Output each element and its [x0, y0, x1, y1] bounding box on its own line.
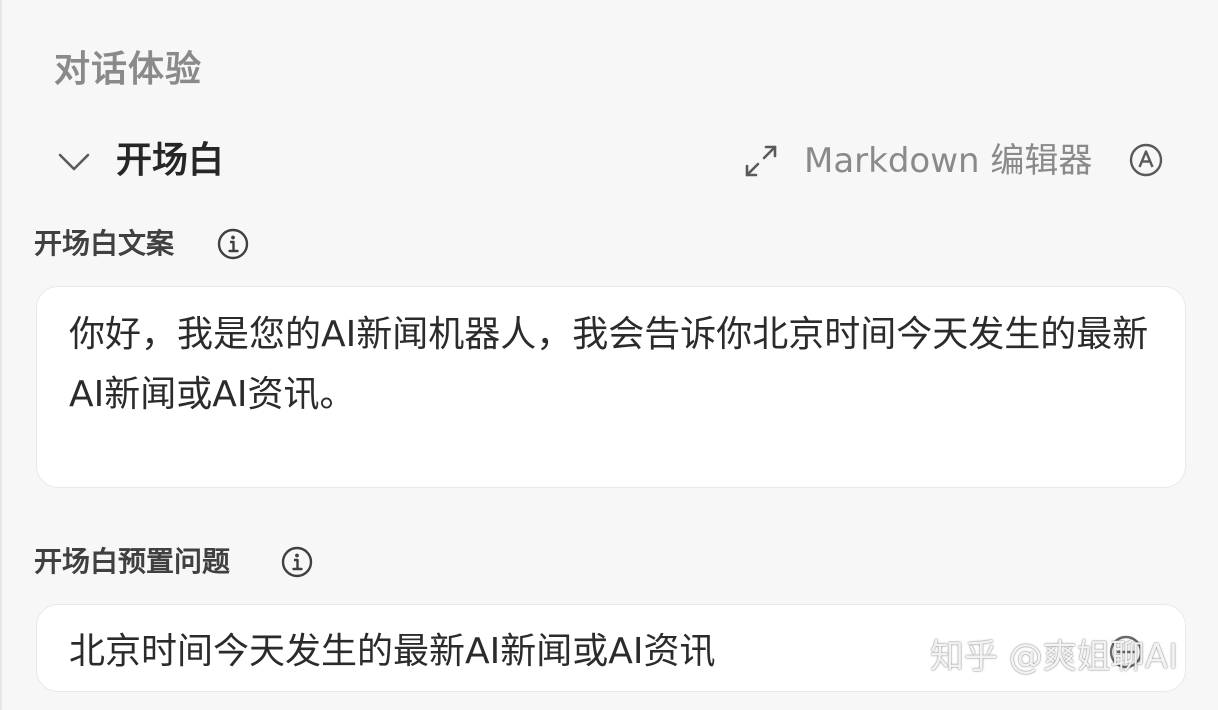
expand-icon[interactable] [742, 142, 780, 180]
remove-question-icon[interactable] [1106, 632, 1146, 672]
section-title: 对话体验 [54, 49, 203, 90]
opening-panel-header: 开场白 Markdown 编辑器 [54, 134, 1174, 190]
circle-a-icon[interactable] [1126, 140, 1166, 180]
info-icon[interactable] [216, 227, 250, 261]
preset-questions-label: 开场白预置问题 [34, 545, 231, 578]
preset-question-input[interactable]: 北京时间今天发生的最新AI新闻或AI资讯 [36, 604, 1186, 692]
greeting-textarea[interactable]: 你好，我是您的AI新闻机器人，我会告诉你北京时间今天发生的最新AI新闻或AI资讯… [36, 286, 1186, 488]
chevron-down-icon[interactable] [54, 142, 94, 182]
panel-title: 开场白 [116, 140, 225, 181]
settings-page: 对话体验 开场白 Markdown 编辑器 开场白文案 你好，我是您的AI新闻机… [0, 0, 1218, 710]
markdown-editor-label[interactable]: Markdown 编辑器 [804, 136, 1092, 186]
info-icon[interactable] [280, 545, 314, 579]
greeting-label: 开场白文案 [34, 227, 175, 260]
